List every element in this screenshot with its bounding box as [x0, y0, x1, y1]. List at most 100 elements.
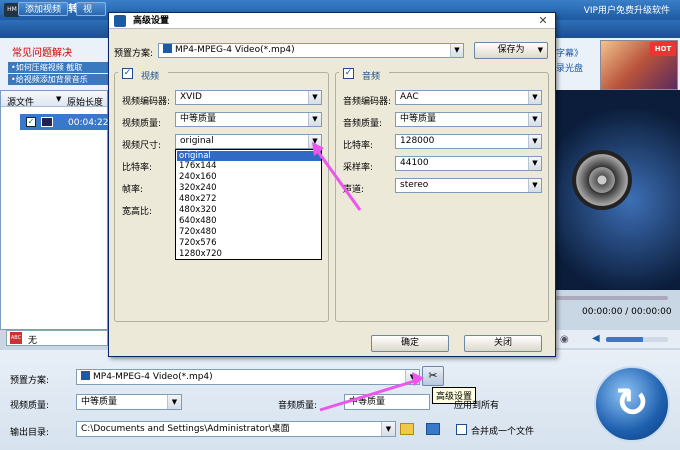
chevron-down-icon[interactable]: ▼: [450, 44, 463, 57]
vip-link[interactable]: VIP用户免费升级软件: [584, 3, 670, 16]
refresh-icon: ↻: [615, 380, 649, 426]
subtitle-value: 无: [28, 336, 38, 346]
output-dir-select[interactable]: C:\Documents and Settings\Administrator\…: [76, 421, 396, 437]
chevron-down-icon[interactable]: ▼: [528, 179, 541, 192]
snapshot-icon[interactable]: ◉: [560, 334, 569, 345]
ad-link-subtitle[interactable]: 字幕》: [556, 46, 583, 59]
chevron-down-icon[interactable]: ▼: [308, 135, 321, 148]
size-option[interactable]: 720x576: [177, 238, 321, 248]
video-edit-button[interactable]: 视频: [76, 2, 106, 16]
faq-link-compress[interactable]: •如何压缩视频 截取: [8, 62, 108, 73]
audio-quality-select[interactable]: 中等质量 ▼: [395, 112, 542, 127]
video-encoder-label: 视频编码器:: [122, 97, 171, 107]
chevron-down-icon[interactable]: ▼: [381, 422, 395, 436]
browse-folder-icon[interactable]: [400, 423, 414, 435]
seek-slider[interactable]: [556, 296, 668, 300]
time-display: 00:00:00 / 00:00:00: [582, 307, 672, 317]
size-option[interactable]: 1280x720: [177, 249, 321, 259]
chevron-down-icon[interactable]: ▼: [528, 113, 541, 126]
chevron-down-icon[interactable]: ▼: [308, 113, 321, 126]
video-fps-label: 帧率:: [122, 185, 144, 195]
video-encoder-select[interactable]: XVID ▼: [175, 90, 322, 105]
size-option[interactable]: 720x480: [177, 227, 321, 237]
video-size-value: original: [180, 136, 214, 146]
audio-quality-value: 中等质量: [349, 397, 386, 407]
volume-slider[interactable]: [606, 337, 668, 342]
audio-encoder-label: 音频编码器:: [343, 97, 392, 107]
chevron-down-icon[interactable]: ▼: [528, 157, 541, 170]
chevron-down-icon[interactable]: ▼: [405, 370, 419, 384]
merge-label: 合并成一个文件: [471, 427, 535, 437]
chevron-down-icon[interactable]: ▼: [528, 91, 541, 104]
open-folder-icon[interactable]: [426, 423, 440, 435]
audio-quality-label: 音频质量:: [278, 401, 318, 411]
dialog-app-icon: [114, 15, 126, 27]
preset-label: 预置方案:: [10, 376, 50, 386]
video-quality-label: 视频质量:: [122, 119, 162, 129]
audio-channel-label: 声道:: [343, 185, 365, 195]
audio-group: [335, 72, 549, 322]
file-checkbox[interactable]: ✓: [26, 117, 36, 127]
size-option[interactable]: 640x480: [177, 216, 321, 226]
audio-bitrate-select[interactable]: 128000 ▼: [395, 134, 542, 149]
audio-bitrate-value: 128000: [400, 136, 435, 146]
video-size-select[interactable]: original ▼: [175, 134, 322, 149]
film-icon: [41, 117, 53, 127]
video-enable-checkbox[interactable]: ✓: [122, 68, 133, 79]
size-option[interactable]: 480x320: [177, 205, 321, 215]
video-bitrate-label: 比特率:: [122, 163, 153, 173]
col-duration[interactable]: 原始长度: [67, 95, 103, 108]
faq-link-music[interactable]: •给视频添加背景音乐: [8, 74, 108, 85]
output-dir-value: C:\Documents and Settings\Administrator\…: [81, 424, 290, 434]
close-button[interactable]: 关闭: [464, 335, 542, 352]
video-quality-select[interactable]: 中等质量 ▼: [76, 394, 182, 410]
audio-channel-select[interactable]: stereo ▼: [395, 178, 542, 193]
video-quality-select[interactable]: 中等质量 ▼: [175, 112, 322, 127]
audio-enable-checkbox[interactable]: ✓: [343, 68, 354, 79]
size-option[interactable]: 176x144: [177, 161, 321, 171]
video-aspect-label: 宽高比:: [122, 207, 153, 217]
audio-samplerate-select[interactable]: 44100 ▼: [395, 156, 542, 171]
ad-link-burn[interactable]: 录光盘: [556, 61, 583, 74]
dialog-preset-value: MP4-MPEG-4 Video(*.mp4): [175, 45, 295, 55]
merge-checkbox[interactable]: [456, 424, 467, 435]
subtitle-icon: ABC: [10, 332, 22, 344]
size-option[interactable]: 480x272: [177, 194, 321, 204]
size-option[interactable]: 240x160: [177, 172, 321, 182]
chevron-down-icon[interactable]: ▼: [308, 91, 321, 104]
chevron-down-icon[interactable]: ▼: [528, 135, 541, 148]
audio-quality-label: 音频质量:: [343, 119, 383, 129]
video-size-dropdown[interactable]: original 176x144 240x160 320x240 480x272…: [175, 149, 322, 260]
audio-encoder-select[interactable]: AAC ▼: [395, 90, 542, 105]
preset-select[interactable]: MP4-MPEG-4 Video(*.mp4) ▼: [76, 369, 420, 385]
size-option[interactable]: 320x240: [177, 183, 321, 193]
chevron-down-icon[interactable]: ▼: [167, 395, 181, 409]
audio-bitrate-label: 比特率:: [343, 141, 374, 151]
file-duration: 00:04:22: [68, 118, 109, 128]
col-source-file[interactable]: 源文件: [7, 95, 34, 108]
faq-title: 常见问题解决: [12, 48, 72, 59]
hot-badge: HOT: [650, 42, 676, 56]
film-reel-image: [572, 150, 632, 210]
add-video-button[interactable]: 添加视频: [18, 2, 69, 16]
save-as-button[interactable]: 保存为 ▼: [474, 42, 548, 59]
audio-quality-select[interactable]: 中等质量: [344, 394, 430, 410]
size-option[interactable]: original: [177, 151, 321, 161]
volume-icon[interactable]: ◀: [592, 334, 602, 344]
video-size-label: 视频尺寸:: [122, 141, 162, 151]
video-group-title: 视频: [141, 72, 160, 82]
video-quality-value: 中等质量: [180, 114, 217, 124]
apply-all-label[interactable]: 应用到所有: [454, 398, 499, 411]
audio-quality-value: 中等质量: [400, 114, 437, 124]
mp4-icon: [81, 371, 90, 380]
dialog-preset-label: 预置方案:: [114, 49, 154, 59]
preset-value: MP4-MPEG-4 Video(*.mp4): [93, 372, 213, 382]
ok-button[interactable]: 确定: [371, 335, 449, 352]
convert-button[interactable]: ↻: [594, 366, 670, 442]
advanced-settings-button[interactable]: ✂: [422, 366, 444, 386]
dialog-preset-select[interactable]: MP4-MPEG-4 Video(*.mp4) ▼: [158, 43, 464, 58]
audio-channel-value: stereo: [400, 180, 429, 190]
mp4-icon: [163, 44, 172, 53]
wrench-icon: ✂: [428, 369, 438, 382]
close-icon[interactable]: ✕: [536, 14, 550, 28]
